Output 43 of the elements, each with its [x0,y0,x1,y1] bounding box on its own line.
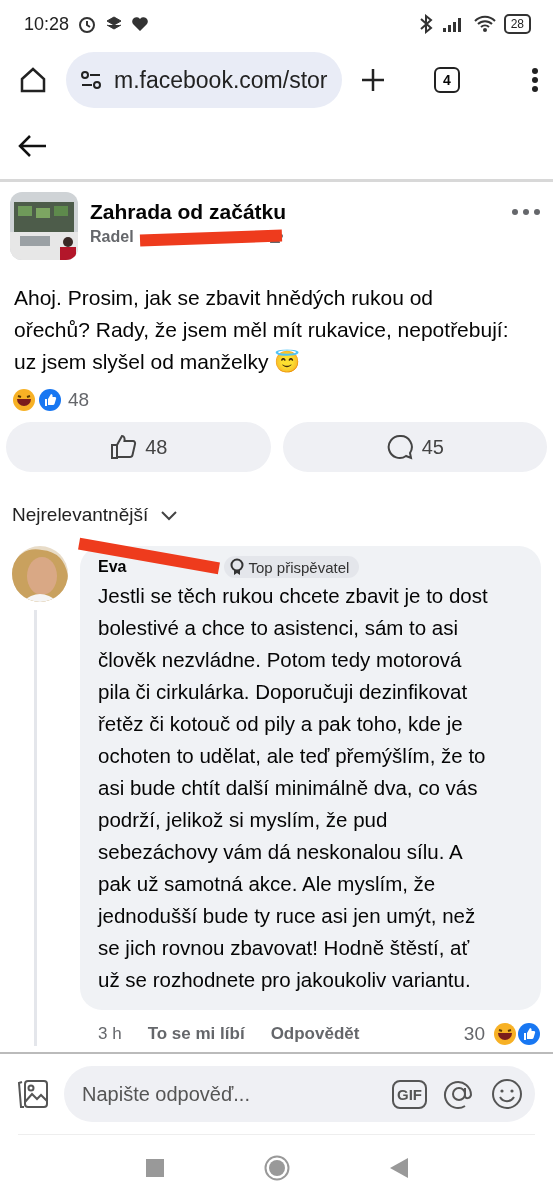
post-text: Ahoj. Prosim, jak se zbavit hnědých rukou od ořechů? Rady, že jsem měl mít rukavice, nepotřebují: uz jsem slyšel od manželky 😇 [14,285,510,375]
address-bar[interactable]: m.facebook.com/stor [66,52,342,108]
site-settings-icon [80,70,102,90]
gif-icon[interactable]: GIF [392,1079,427,1109]
status-time: 10:28 [24,13,70,35]
home-nav-icon[interactable] [263,1154,290,1181]
laughing-emoji-icon [12,388,36,412]
recents-icon[interactable] [145,1158,164,1177]
battery-level: 28 [503,14,531,34]
like-link[interactable]: To se mi líbí [147,1024,245,1044]
emoji-icon[interactable] [491,1078,523,1110]
group-name[interactable]: Zahrada od začátku [90,200,499,224]
author-name[interactable]: Radel [90,228,134,246]
thumbs-up-icon [109,433,138,461]
commenter-name[interactable]: Eva [98,558,127,576]
tab-count[interactable]: 4 [434,67,460,93]
like-emoji-icon [38,388,62,412]
menu-icon[interactable] [531,67,539,93]
comment-text: Jestli se těch rukou chcete zbavit je to dost bolestivé a chce to asistenci, sám to asi člověk nezvládne. Potom tedy motorová pila či cirkulárka. Doporučuji dezinfikovat řetěz či kotouč od pily a pak toho, kde je ochoten to udělat, ale teď přemýšlím, že to asi bude chtít další minimálně dva, co vás podrží, jelikož si myslím, že pud sebezáchovy vám dá neskonalou sílu. A pak už samotná akce. Ale myslím, že jednodušší bude ty ruce asi jen umýt, než se jich rovnou zbavovat! Hodně štěstí, ať už se rozhodnete pro jakoukoliv variantu. [98,583,489,993]
reply-link[interactable]: Odpovědět [270,1024,360,1044]
like-emoji-icon [517,1022,541,1046]
speech-bubble-icon [385,433,414,461]
back-arrow-icon[interactable] [18,133,48,158]
comment-reaction-count: 30 [463,1023,485,1045]
more-options-icon[interactable] [511,208,541,216]
wifi-icon [473,15,496,33]
home-icon[interactable] [18,65,48,95]
top-contributor-badge: Top přispěvatel [224,556,360,578]
laughing-emoji-icon [493,1022,517,1046]
alarm-icon [77,14,98,34]
back-nav-icon[interactable] [389,1157,408,1178]
heart-icon [131,15,150,33]
chevron-down-icon [160,509,179,521]
comment-button[interactable]: 45 [282,422,547,472]
sort-dropdown[interactable]: Nejrelevantnější [12,504,179,526]
new-tab-icon[interactable] [360,67,386,93]
reaction-count: 48 [68,389,90,411]
reply-field[interactable]: Napište odpověď... GIF [64,1066,535,1122]
award-icon [230,558,245,576]
photo-icon[interactable] [16,1077,50,1111]
like-button[interactable]: 48 [6,422,271,472]
mention-icon[interactable] [443,1078,475,1110]
comment-time: 3 h [98,1024,122,1044]
